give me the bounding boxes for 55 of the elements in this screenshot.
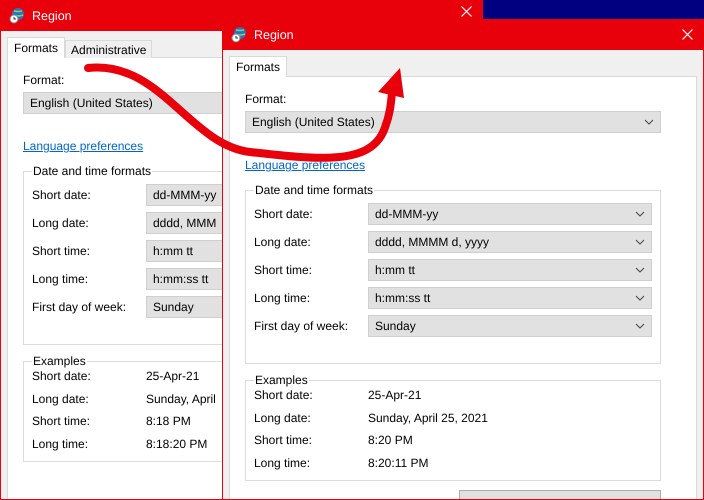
- field-label: Long date:: [32, 390, 89, 407]
- field-label: Short time:: [254, 432, 312, 448]
- field-label: Long time:: [32, 436, 88, 452]
- window-title: Region: [254, 28, 295, 42]
- field-label: Short date:: [254, 206, 313, 222]
- field-label: Format:: [23, 73, 66, 87]
- field-label: Long date:: [254, 234, 311, 250]
- field-label: First day of week:: [254, 318, 348, 334]
- field-label: Short time:: [32, 413, 90, 430]
- chevron-icon: [635, 323, 645, 329]
- field-label: Short date:: [32, 368, 91, 384]
- field-label: Long date:: [32, 214, 89, 232]
- dropdown[interactable]: h:mm:ss tt: [368, 287, 652, 309]
- globe-icon: [231, 26, 248, 43]
- field-label: Long time:: [254, 290, 310, 306]
- dropdown[interactable]: Sunday: [368, 315, 652, 337]
- globe-icon: [9, 7, 26, 24]
- field-label: Format:: [245, 92, 288, 106]
- chevron-icon: [635, 211, 645, 217]
- example-value: 8:20 PM: [368, 432, 413, 448]
- example-value: Sunday, April: [146, 390, 216, 407]
- group-title: Examples: [32, 354, 87, 368]
- field-label: Short time:: [32, 242, 90, 260]
- field-label: Long time:: [254, 454, 310, 471]
- dropdown[interactable]: English (United States): [245, 111, 661, 133]
- tab[interactable]: Formats: [7, 37, 66, 58]
- field-label: Long time:: [32, 270, 88, 288]
- tab[interactable]: Formats: [229, 56, 288, 77]
- example-value: Sunday, April 25, 2021: [368, 410, 488, 426]
- chevron-icon: [635, 267, 645, 273]
- example-value: 8:18:20 PM: [146, 436, 208, 452]
- language-preferences-link[interactable]: Language preferences: [245, 158, 366, 172]
- tab[interactable]: Administrative: [65, 40, 152, 58]
- field-label: Short date:: [32, 186, 91, 204]
- field-label: Short date:: [254, 387, 313, 404]
- language-preferences-link[interactable]: Language preferences: [23, 139, 144, 153]
- chevron-icon: [644, 119, 654, 125]
- close-icon[interactable]: [461, 6, 472, 17]
- chevron-icon: [635, 295, 645, 301]
- example-value: 25-Apr-21: [368, 387, 422, 404]
- field-label: Short time:: [254, 262, 312, 278]
- group-title: Examples: [254, 373, 309, 387]
- example-value: 8:18 PM: [146, 413, 191, 430]
- dropdown[interactable]: h:mm tt: [368, 259, 652, 281]
- close-icon[interactable]: [682, 29, 693, 40]
- example-value: 25-Apr-21: [146, 368, 200, 384]
- dropdown[interactable]: dd-MMM-yy: [368, 203, 652, 225]
- field-label: First day of week:: [32, 298, 126, 316]
- example-value: 8:20:11 PM: [368, 454, 428, 471]
- group-title: Date and time formats: [32, 164, 152, 178]
- field-label: Long date:: [254, 410, 311, 426]
- window-title: Region: [32, 8, 73, 22]
- dropdown[interactable]: dddd, MMMM d, yyyy: [368, 231, 652, 253]
- group-title: Date and time formats: [254, 183, 374, 197]
- chevron-icon: [635, 239, 645, 245]
